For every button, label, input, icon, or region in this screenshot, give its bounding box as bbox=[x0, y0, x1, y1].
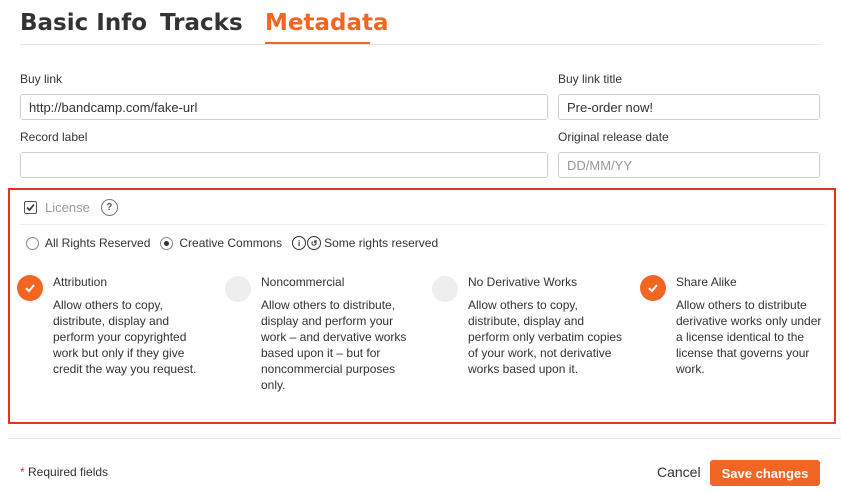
tabs-divider bbox=[20, 44, 821, 45]
condition-title: Attribution bbox=[53, 275, 108, 289]
condition-description: Allow others to copy, distribute, displa… bbox=[53, 298, 197, 376]
save-changes-button[interactable]: Save changes bbox=[710, 460, 820, 486]
condition-description: Allow others to distribute derivative wo… bbox=[676, 298, 822, 376]
cc-share-alike-icon: ↺ bbox=[307, 236, 322, 250]
buy-link-title-input[interactable] bbox=[558, 94, 820, 120]
cc-icons: i ↺ bbox=[292, 236, 322, 250]
condition-title: Share Alike bbox=[676, 275, 737, 289]
license-type-row: All Rights Reserved Creative Commons i ↺… bbox=[26, 236, 438, 250]
release-date-input[interactable] bbox=[558, 152, 820, 178]
record-label-input[interactable] bbox=[20, 152, 548, 178]
required-fields-note: * Required fields bbox=[20, 465, 108, 479]
check-circle-icon[interactable] bbox=[640, 275, 666, 301]
checkmark-icon bbox=[26, 203, 35, 212]
license-header: License ? bbox=[24, 199, 118, 216]
radio-creative-commons[interactable] bbox=[160, 236, 174, 250]
condition-description: Allow others to distribute, display and … bbox=[261, 298, 407, 392]
license-divider bbox=[20, 224, 825, 225]
buy-link-title-label: Buy link title bbox=[558, 72, 623, 86]
required-star: * bbox=[20, 465, 25, 479]
footer-divider bbox=[8, 438, 841, 439]
tab-tracks[interactable]: Tracks bbox=[160, 10, 243, 36]
condition-title: Noncommercial bbox=[261, 275, 345, 289]
condition-description: Allow others to copy, distribute, displa… bbox=[468, 298, 623, 376]
cc-status-text: Some rights reserved bbox=[324, 236, 439, 250]
release-date-label: Original release date bbox=[558, 130, 669, 144]
check-circle-icon[interactable] bbox=[17, 275, 43, 301]
tab-metadata[interactable]: Metadata bbox=[265, 10, 389, 36]
buy-link-label: Buy link bbox=[20, 72, 63, 86]
creative-commons-label: Creative Commons bbox=[179, 236, 283, 250]
radio-all-rights-reserved[interactable] bbox=[26, 236, 39, 250]
license-title: License bbox=[45, 200, 90, 215]
tab-basic-info[interactable]: Basic Info bbox=[20, 10, 147, 36]
license-checkbox[interactable] bbox=[24, 201, 37, 214]
record-label-label: Record label bbox=[20, 130, 88, 144]
question-icon[interactable]: ? bbox=[100, 199, 118, 216]
condition-title: No Derivative Works bbox=[468, 275, 578, 289]
required-text: Required fields bbox=[28, 465, 109, 479]
unchecked-circle-icon[interactable] bbox=[225, 276, 251, 302]
all-rights-reserved-label: All Rights Reserved bbox=[45, 236, 151, 250]
cancel-button[interactable]: Cancel bbox=[657, 464, 701, 480]
cc-attribution-icon: i bbox=[292, 236, 307, 250]
unchecked-circle-icon[interactable] bbox=[432, 276, 458, 302]
buy-link-input[interactable] bbox=[20, 94, 548, 120]
